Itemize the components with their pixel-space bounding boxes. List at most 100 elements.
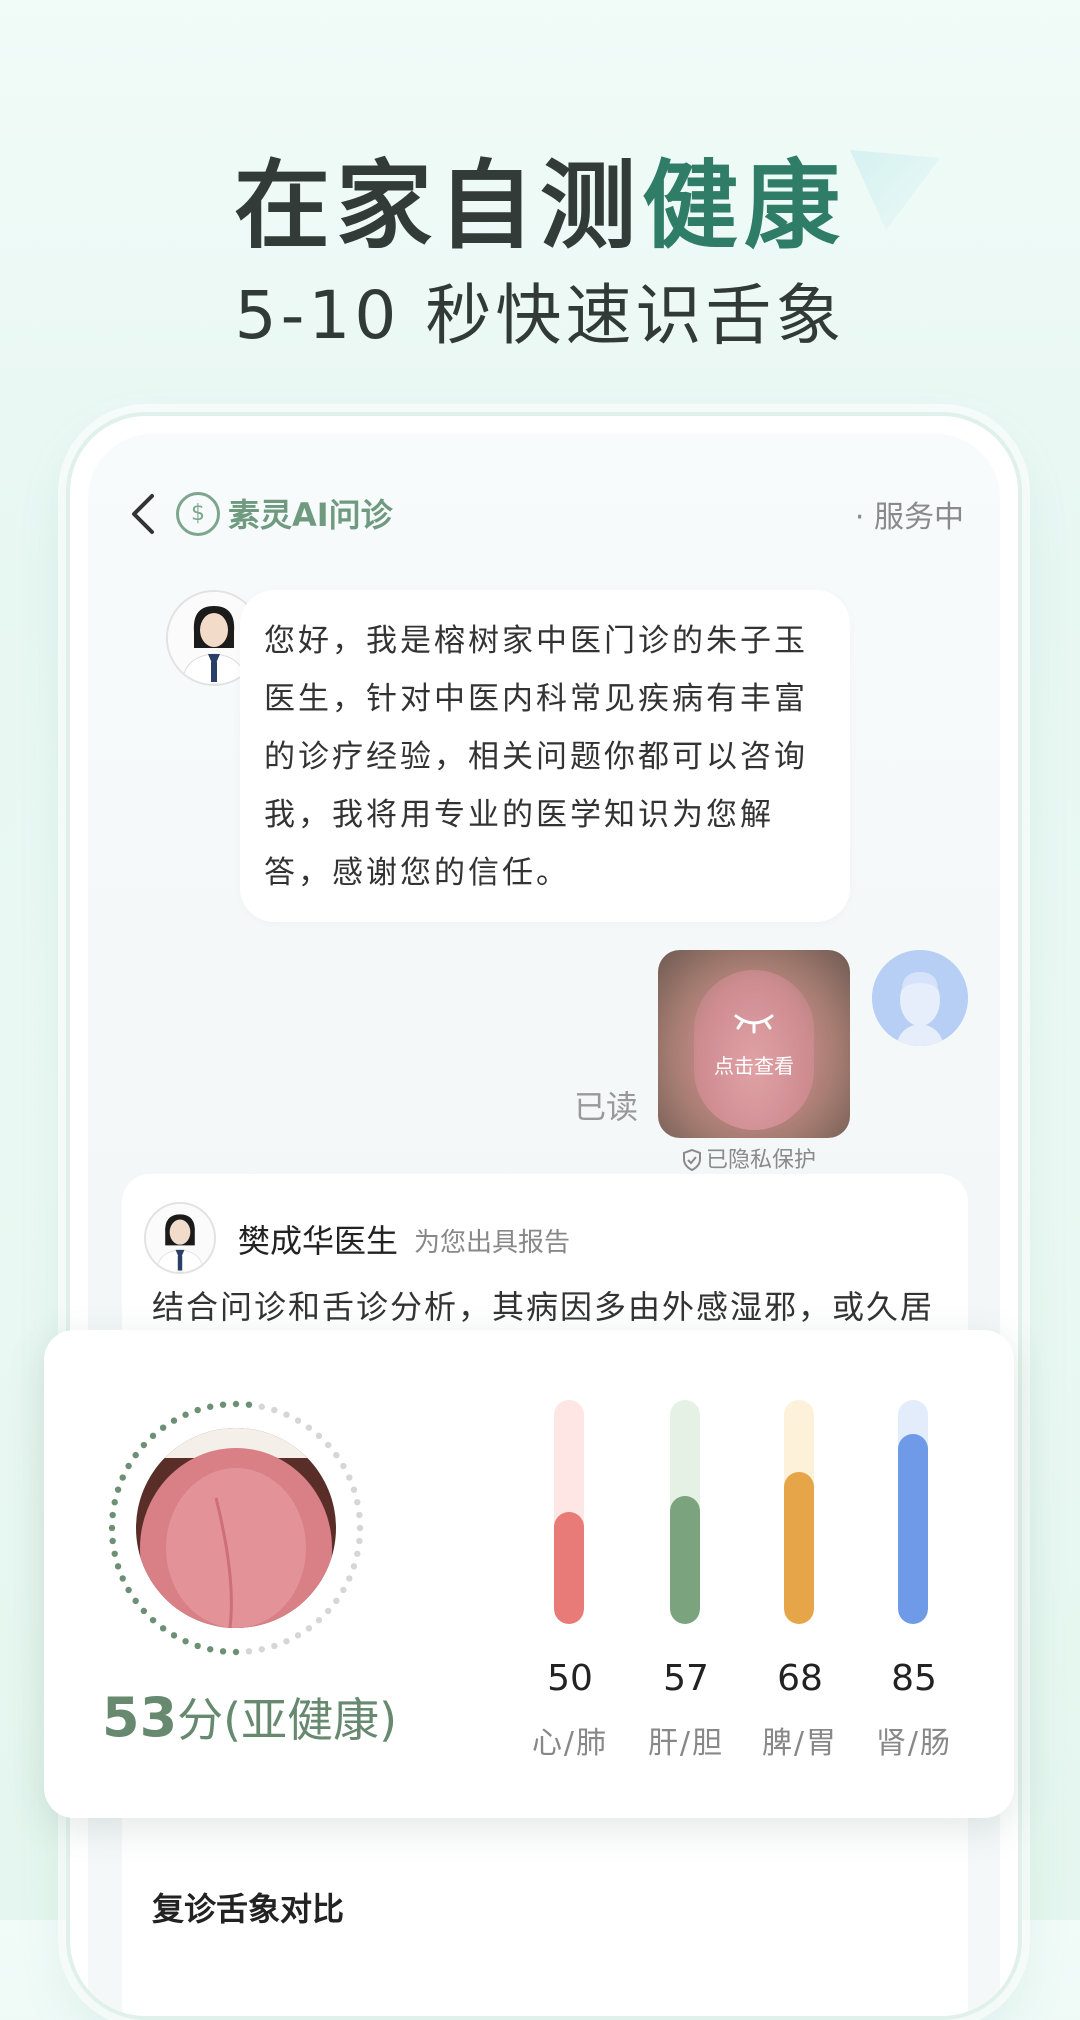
score-ring-dot [119, 1575, 126, 1582]
score-ring-dot [346, 1474, 353, 1481]
doctor-portrait-icon [146, 1204, 214, 1272]
organ-score-value: 57 [663, 1658, 709, 1699]
organ-score-value: 85 [891, 1658, 937, 1699]
score-ring-dot [194, 1406, 201, 1414]
organ-bar-fill [670, 1496, 700, 1624]
organ-bar-fill [554, 1512, 584, 1624]
score-ring-dot [324, 1441, 332, 1449]
score-ring-dot [346, 1575, 353, 1582]
report-doctor-name: 樊成华医生 [238, 1222, 399, 1260]
score-status: (亚健康) [223, 1693, 398, 1747]
chevron-left-icon [132, 494, 154, 534]
suling-logo-icon: $ [176, 492, 220, 536]
score-ring-dot [333, 1451, 340, 1459]
score-ring-dot [354, 1550, 361, 1557]
score-ring-dot [111, 1550, 118, 1557]
score-ring-dot [219, 1401, 227, 1408]
organ-bar-track [670, 1400, 700, 1624]
user-avatar[interactable] [872, 950, 968, 1046]
view-image-hint: 点击查看 [714, 1054, 794, 1078]
organ-bar-fill [898, 1433, 928, 1624]
score-ring-dot [283, 1638, 290, 1645]
score-ring-dot [271, 1642, 278, 1650]
tongue-image-thumbnail[interactable]: 点击查看 [658, 950, 850, 1138]
score-ring-dot [109, 1537, 116, 1545]
score-ring-dot [294, 1632, 302, 1639]
score-ring-dot [232, 1400, 240, 1408]
shield-check-icon [683, 1148, 701, 1172]
score-ring-dot [114, 1563, 122, 1570]
followup-comparison-title: 复诊舌象对比 [152, 1890, 345, 1928]
app-name: 素灵AI问诊 [228, 496, 393, 534]
score-ring-dot [324, 1607, 332, 1615]
score-ring-dot [315, 1432, 323, 1440]
score-ring-dot [182, 1638, 189, 1645]
score-ring-dot [111, 1499, 118, 1506]
score-ring-dot [207, 1403, 214, 1410]
hero-title: 在家自测健康 [0, 128, 1080, 267]
report-doctor-avatar [144, 1202, 216, 1274]
score-ring-dot [245, 1401, 253, 1408]
score-ring-dot [354, 1499, 361, 1506]
organ-score-value: 68 [777, 1658, 823, 1699]
organ-score-value: 50 [547, 1658, 593, 1699]
health-score: 53分(亚健康) [102, 1684, 397, 1750]
eye-closed-icon [734, 1014, 774, 1034]
privacy-note: 已隐私保护 [682, 1142, 816, 1174]
score-ring-dot [356, 1524, 364, 1532]
score-ring-dot [149, 1432, 157, 1440]
hero-subtitle: 5-10 秒快速识舌象 [234, 277, 846, 354]
score-ring-dot [109, 1511, 116, 1519]
score-ring-dot [159, 1625, 167, 1632]
score-ring-dot [108, 1524, 116, 1532]
score-ring-dot [219, 1648, 227, 1655]
score-ring-dot [305, 1625, 313, 1632]
organ-label: 脾/胃 [761, 1726, 839, 1761]
score-ring-dot [170, 1417, 178, 1424]
health-score-card[interactable]: 53分(亚健康) 50 心/肺 57 肝/胆 68 脾/胃 85 肾/肠 [44, 1330, 1014, 1818]
score-ring-dot [283, 1411, 290, 1418]
score-ring-dot [271, 1406, 278, 1414]
report-tag: 为您出具报告 [414, 1228, 571, 1258]
score-ring-dot [356, 1511, 363, 1519]
organ-bar-track [898, 1400, 928, 1624]
score-ring-dot [114, 1486, 122, 1493]
score-value: 53 [102, 1686, 178, 1749]
hero-title-plain: 在家自测 [234, 150, 642, 262]
organ-bar-track [784, 1400, 814, 1624]
score-ring-dot [194, 1642, 201, 1650]
user-silhouette-icon [872, 950, 968, 1046]
score-ring-dot [294, 1417, 302, 1424]
organ-bar-fill [784, 1471, 814, 1624]
read-status: 已读 [574, 1088, 639, 1126]
score-ring-dot [125, 1462, 132, 1470]
score-ring-dot [258, 1403, 265, 1410]
back-button[interactable] [124, 490, 164, 538]
score-ring-dot [170, 1632, 178, 1639]
score-ring-dot [125, 1586, 132, 1594]
score-ring-dot [159, 1424, 167, 1431]
score-ring-dot [340, 1586, 347, 1594]
organ-label: 肾/肠 [875, 1726, 953, 1761]
score-ring-dot [356, 1537, 363, 1545]
score-ring-dot [119, 1474, 126, 1481]
score-ring-dot [140, 1441, 148, 1449]
score-ring [108, 1400, 364, 1656]
score-ring-dot [132, 1451, 139, 1459]
organ-label: 心/肺 [531, 1726, 609, 1761]
score-ring-dot [207, 1646, 214, 1653]
score-ring-dot [258, 1646, 265, 1653]
privacy-note-text: 已隐私保护 [706, 1148, 817, 1173]
organ-bar-track [554, 1400, 584, 1624]
score-ring-dot [149, 1616, 157, 1624]
score-ring-dot [333, 1597, 340, 1605]
score-ring-dot [132, 1597, 139, 1605]
score-ring-dot [182, 1411, 189, 1418]
tongue-photo [136, 1428, 336, 1628]
score-unit: 分 [177, 1693, 224, 1747]
hero-title-accent: 健康 [642, 150, 846, 262]
top-bar: $ 素灵AI问诊 · 服务中 [88, 484, 1000, 544]
service-status: · 服务中 [854, 500, 964, 535]
score-ring-dot [245, 1648, 253, 1655]
score-ring-dot [140, 1607, 148, 1615]
